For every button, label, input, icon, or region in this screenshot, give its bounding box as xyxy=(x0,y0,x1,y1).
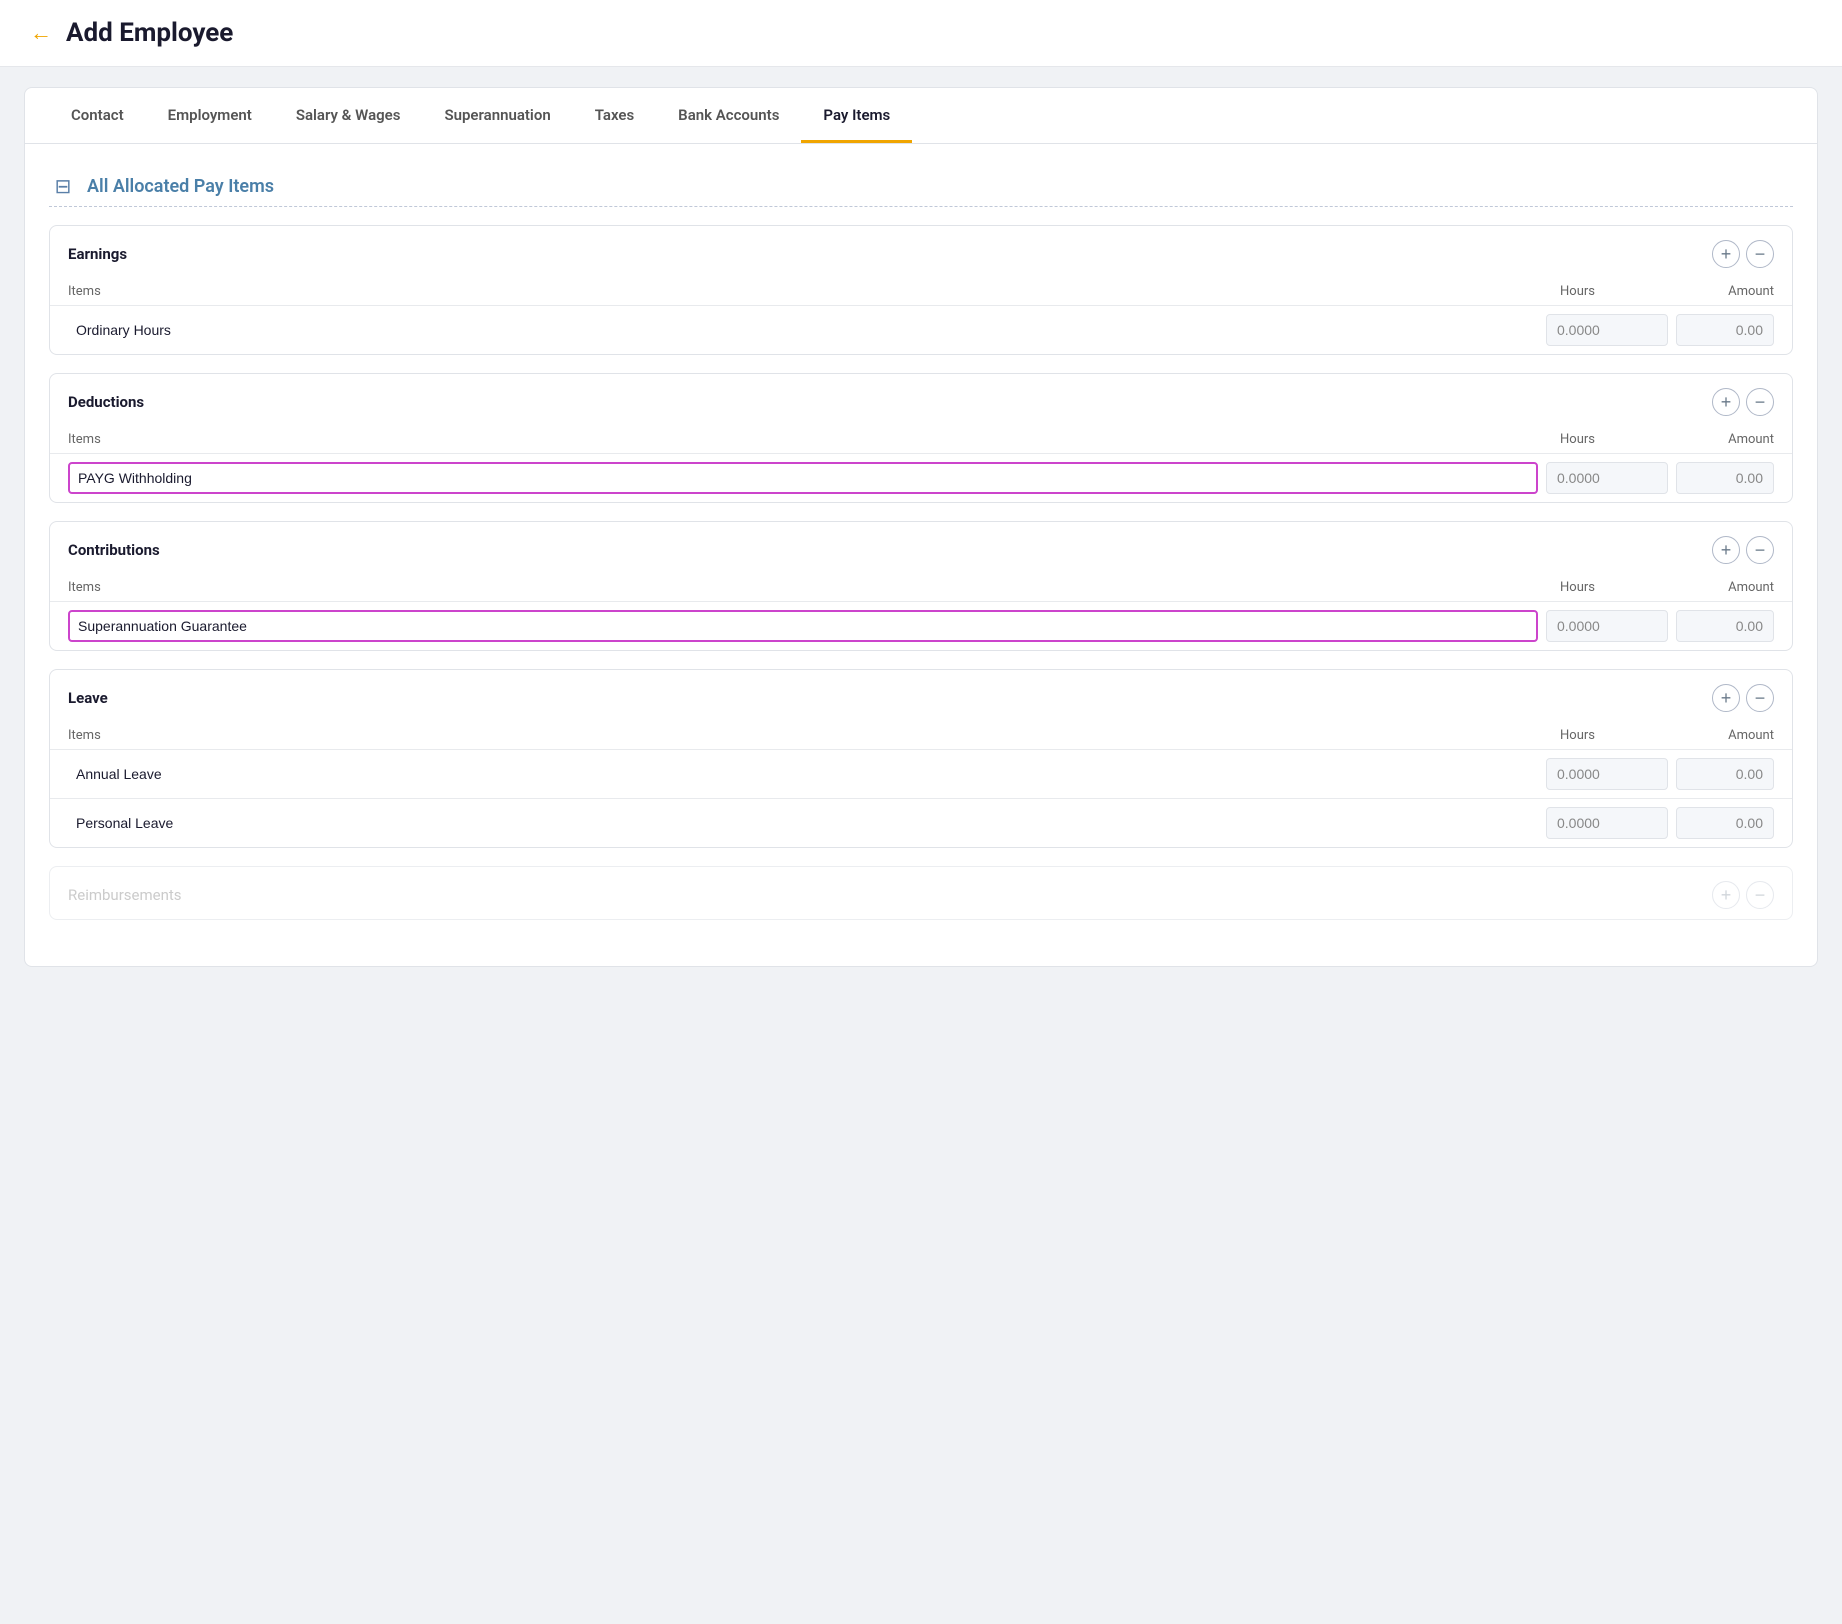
reimbursements-actions: + − xyxy=(1712,881,1774,909)
leave-section-header: Leave + − xyxy=(50,670,1792,722)
tab-nav: Contact Employment Salary & Wages Supera… xyxy=(25,88,1817,144)
earnings-label: Earnings xyxy=(68,245,127,263)
deductions-section: Deductions + − Items Hours Amount xyxy=(49,373,1793,503)
deductions-label: Deductions xyxy=(68,393,144,411)
earnings-section: Earnings + − Items Hours Amount xyxy=(49,225,1793,355)
allocated-pay-items-title: All Allocated Pay Items xyxy=(87,176,274,197)
table-row xyxy=(50,602,1792,651)
page-header: ← Add Employee xyxy=(0,0,1842,67)
leave-annual-hours-input[interactable] xyxy=(1546,758,1668,790)
contributions-amount-cell xyxy=(1672,602,1792,651)
reimbursements-label: Reimbursements xyxy=(68,886,182,904)
leave-actions: + − xyxy=(1712,684,1774,712)
tab-pay-items[interactable]: Pay Items xyxy=(801,88,912,143)
earnings-col-amount: Amount xyxy=(1672,278,1792,306)
leave-annual-hours-cell xyxy=(1542,750,1672,799)
leave-personal-amount-input[interactable] xyxy=(1676,807,1774,839)
deductions-item-input[interactable] xyxy=(68,462,1538,494)
deductions-table: Items Hours Amount xyxy=(50,426,1792,502)
table-row xyxy=(50,306,1792,355)
table-row xyxy=(50,750,1792,799)
earnings-hours-input[interactable] xyxy=(1546,314,1668,346)
contributions-remove-button[interactable]: − xyxy=(1746,536,1774,564)
deductions-col-items: Items xyxy=(50,426,1542,454)
leave-personal-item-cell xyxy=(50,799,1542,848)
table-row xyxy=(50,799,1792,848)
leave-table: Items Hours Amount xyxy=(50,722,1792,847)
main-card: Contact Employment Salary & Wages Supera… xyxy=(24,87,1818,967)
tab-taxes[interactable]: Taxes xyxy=(573,88,656,143)
pay-items-icon: ⊟ xyxy=(49,172,77,200)
tab-bank-accounts[interactable]: Bank Accounts xyxy=(656,88,801,143)
tab-superannuation[interactable]: Superannuation xyxy=(422,88,572,143)
leave-annual-item-cell xyxy=(50,750,1542,799)
leave-annual-item-input[interactable] xyxy=(68,760,1538,788)
leave-label: Leave xyxy=(68,689,108,707)
allocated-pay-items-header: ⊟ All Allocated Pay Items xyxy=(49,172,1793,200)
contributions-section-header: Contributions + − xyxy=(50,522,1792,574)
reimbursements-section-header: Reimbursements + − xyxy=(50,867,1792,919)
contributions-col-hours: Hours xyxy=(1542,574,1672,602)
contributions-label: Contributions xyxy=(68,541,160,559)
deductions-amount-cell xyxy=(1672,454,1792,503)
reimbursements-section: Reimbursements + − xyxy=(49,866,1793,920)
deductions-hours-cell xyxy=(1542,454,1672,503)
earnings-col-hours: Hours xyxy=(1542,278,1672,306)
tab-salary-wages[interactable]: Salary & Wages xyxy=(274,88,423,143)
contributions-col-items: Items xyxy=(50,574,1542,602)
deductions-actions: + − xyxy=(1712,388,1774,416)
content-area: ⊟ All Allocated Pay Items Earnings + − I… xyxy=(25,144,1817,966)
earnings-item-input[interactable] xyxy=(68,316,1538,344)
leave-annual-amount-cell xyxy=(1672,750,1792,799)
earnings-amount-input[interactable] xyxy=(1676,314,1774,346)
leave-personal-hours-input[interactable] xyxy=(1546,807,1668,839)
page-title: Add Employee xyxy=(66,18,233,48)
contributions-section: Contributions + − Items Hours Amount xyxy=(49,521,1793,651)
reimbursements-remove-button[interactable]: − xyxy=(1746,881,1774,909)
earnings-add-button[interactable]: + xyxy=(1712,240,1740,268)
tab-employment[interactable]: Employment xyxy=(146,88,274,143)
deductions-section-header: Deductions + − xyxy=(50,374,1792,426)
contributions-actions: + − xyxy=(1712,536,1774,564)
earnings-section-header: Earnings + − xyxy=(50,226,1792,278)
leave-personal-hours-cell xyxy=(1542,799,1672,848)
leave-section: Leave + − Items Hours Amount xyxy=(49,669,1793,848)
contributions-table: Items Hours Amount xyxy=(50,574,1792,650)
leave-annual-amount-input[interactable] xyxy=(1676,758,1774,790)
divider xyxy=(49,206,1793,207)
deductions-remove-button[interactable]: − xyxy=(1746,388,1774,416)
contributions-item-input[interactable] xyxy=(68,610,1538,642)
leave-add-button[interactable]: + xyxy=(1712,684,1740,712)
earnings-amount-cell xyxy=(1672,306,1792,355)
contributions-add-button[interactable]: + xyxy=(1712,536,1740,564)
contributions-amount-input[interactable] xyxy=(1676,610,1774,642)
earnings-item-cell xyxy=(50,306,1542,355)
earnings-col-items: Items xyxy=(50,278,1542,306)
contributions-hours-input[interactable] xyxy=(1546,610,1668,642)
leave-col-items: Items xyxy=(50,722,1542,750)
contributions-col-amount: Amount xyxy=(1672,574,1792,602)
leave-personal-amount-cell xyxy=(1672,799,1792,848)
reimbursements-add-button[interactable]: + xyxy=(1712,881,1740,909)
leave-personal-item-input[interactable] xyxy=(68,809,1538,837)
leave-col-amount: Amount xyxy=(1672,722,1792,750)
deductions-item-cell xyxy=(50,454,1542,503)
contributions-item-cell xyxy=(50,602,1542,651)
earnings-hours-cell xyxy=(1542,306,1672,355)
leave-col-hours: Hours xyxy=(1542,722,1672,750)
earnings-actions: + − xyxy=(1712,240,1774,268)
table-row xyxy=(50,454,1792,503)
contributions-hours-cell xyxy=(1542,602,1672,651)
leave-remove-button[interactable]: − xyxy=(1746,684,1774,712)
back-button[interactable]: ← xyxy=(30,20,52,46)
earnings-table: Items Hours Amount xyxy=(50,278,1792,354)
deductions-col-hours: Hours xyxy=(1542,426,1672,454)
earnings-remove-button[interactable]: − xyxy=(1746,240,1774,268)
deductions-amount-input[interactable] xyxy=(1676,462,1774,494)
deductions-col-amount: Amount xyxy=(1672,426,1792,454)
tab-contact[interactable]: Contact xyxy=(49,88,146,143)
deductions-hours-input[interactable] xyxy=(1546,462,1668,494)
deductions-add-button[interactable]: + xyxy=(1712,388,1740,416)
